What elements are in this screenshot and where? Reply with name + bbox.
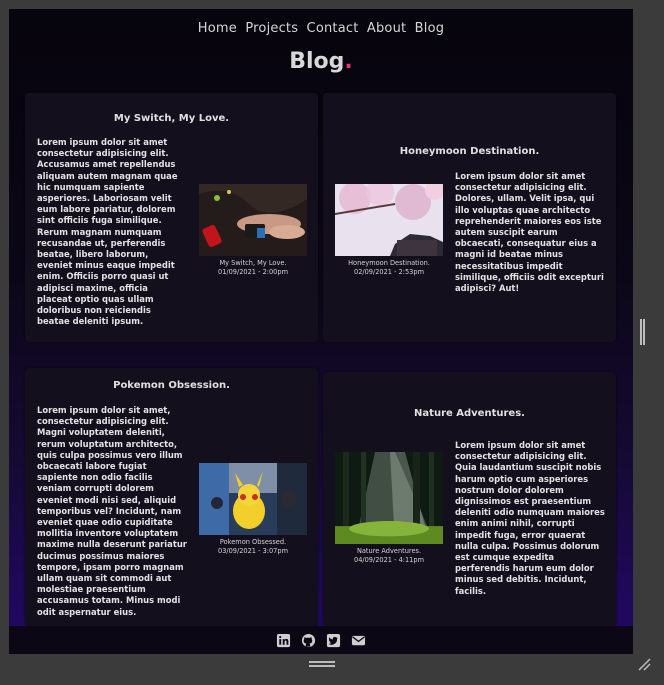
blog-card-switch: My Switch, My Love. Lorem ipsum dolor si… [25, 93, 318, 342]
blog-card-title: Honeymoon Destination. [399, 146, 540, 157]
blog-card-caption: Pokemon Obsessed. [219, 538, 287, 546]
footer [9, 626, 633, 654]
blog-card-date: 02/09/2021 - 2:53pm [354, 268, 424, 276]
vertical-resize-handle[interactable] [640, 319, 645, 345]
blog-card-figure: Nature Adventures. 04/09/2021 - 4:11pm [335, 452, 443, 565]
blog-card-figure: My Switch, My Love. 01/09/2021 - 2:00pm [199, 184, 307, 277]
switch-photo [199, 184, 307, 256]
pikachu-photo [199, 463, 307, 535]
blog-card-title: Nature Adventures. [414, 408, 525, 419]
blog-card-text: Lorem ipsum dolor sit amet consectetur a… [455, 440, 605, 596]
nav-blog-link[interactable]: Blog [415, 21, 445, 36]
main-nav: Home Projects Contact About Blog [9, 21, 633, 36]
resize-corner-icon[interactable] [637, 657, 651, 671]
blog-card-title: Pokemon Obsession. [113, 380, 230, 391]
blog-card-caption: My Switch, My Love. [219, 259, 287, 267]
blog-card-date: 01/09/2021 - 2:00pm [218, 268, 288, 276]
twitter-icon[interactable] [326, 633, 341, 648]
horizontal-resize-handle[interactable] [309, 661, 335, 667]
linkedin-icon[interactable] [276, 633, 291, 648]
github-icon[interactable] [301, 633, 316, 648]
blog-card-text: Lorem ipsum dolor sit amet consectetur a… [37, 137, 178, 327]
mail-icon[interactable] [351, 633, 366, 648]
blog-card-caption: Honeymoon Destination. [348, 259, 430, 267]
forest-photo [335, 452, 443, 544]
blog-card-date: 04/09/2021 - 4:11pm [354, 556, 424, 564]
blog-card-date: 03/09/2021 - 3:07pm [218, 547, 288, 555]
page-title-text: Blog [289, 49, 345, 74]
blog-card-title: My Switch, My Love. [113, 113, 230, 124]
nav-projects-link[interactable]: Projects [245, 21, 298, 36]
nav-home-link[interactable]: Home [198, 21, 237, 36]
nav-contact-link[interactable]: Contact [307, 21, 359, 36]
page-title: Blog. [9, 49, 633, 74]
browser-viewport: Home Projects Contact About Blog Blog. M… [9, 9, 633, 654]
page-title-dot: . [344, 49, 353, 74]
blog-card-honeymoon: Honeymoon Destination. Honeymoon Destina… [323, 93, 616, 342]
blog-card-text: Lorem ipsum dolor sit amet, consectetur … [37, 405, 187, 617]
cherry-blossom-photo [335, 184, 443, 256]
blog-card-nature: Nature Adventures. Nature Adventures. 04… [323, 372, 616, 626]
blog-card-text: Lorem ipsum dolor sit amet consectetur a… [455, 171, 604, 294]
blog-card-caption: Nature Adventures. [356, 547, 422, 555]
nav-about-link[interactable]: About [367, 21, 406, 36]
blog-card-pokemon: Pokemon Obsession. Lorem ipsum dolor sit… [25, 368, 318, 626]
blog-card-figure: Honeymoon Destination. 02/09/2021 - 2:53… [335, 184, 443, 277]
blog-card-figure: Pokemon Obsessed. 03/09/2021 - 3:07pm [199, 463, 307, 556]
